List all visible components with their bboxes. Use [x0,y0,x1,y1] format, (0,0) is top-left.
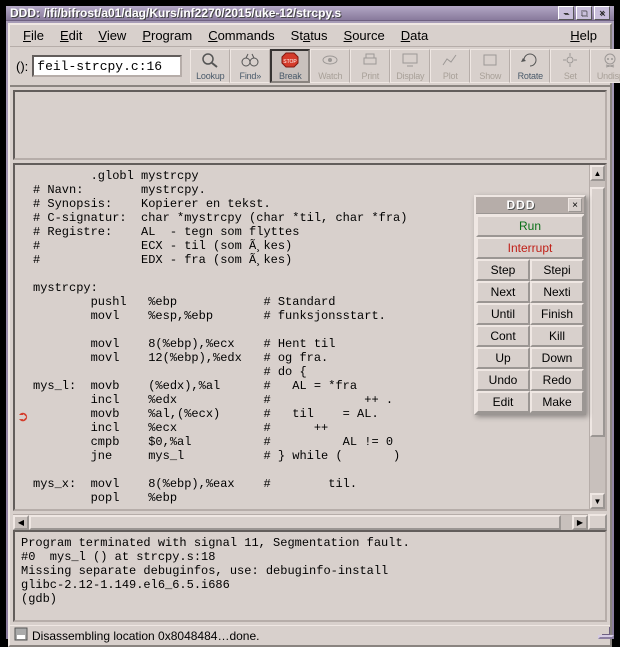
printer-icon [361,52,379,70]
menubar: File Edit View Program Commands Status S… [10,25,610,47]
show-icon [481,52,499,70]
stop-icon: STOP [281,52,299,70]
statusbar: Disassembling location 0x8048484…done. [10,625,610,645]
display-button[interactable]: Display [390,49,430,83]
skull-icon [601,52,619,70]
menu-file[interactable]: File [16,26,51,45]
menu-source[interactable]: Source [337,26,392,45]
interrupt-button[interactable]: Interrupt [476,237,584,259]
window-title: DDD: /ifi/bifrost/a01/dag/Kurs/inf2270/2… [10,6,556,20]
cont-button[interactable]: Cont [476,325,530,347]
nexti-button[interactable]: Nexti [530,281,584,303]
next-button[interactable]: Next [476,281,530,303]
find-forward-button[interactable]: Find» [230,49,270,83]
source-gutter: ➲ [15,165,33,509]
chart-icon [441,52,459,70]
menu-status[interactable]: Status [284,26,335,45]
watch-button[interactable]: Watch [310,49,350,83]
make-button[interactable]: Make [530,391,584,413]
print-button[interactable]: Print [350,49,390,83]
menu-commands[interactable]: Commands [201,26,281,45]
finish-button[interactable]: Finish [530,303,584,325]
rotate-icon [521,52,539,70]
app-window: DDD: /ifi/bifrost/a01/dag/Kurs/inf2270/2… [5,5,615,640]
edit-button[interactable]: Edit [476,391,530,413]
eye-icon [321,52,339,70]
menu-view[interactable]: View [91,26,133,45]
close-button[interactable]: × [594,6,610,20]
magnifier-icon [201,52,219,70]
toolbar: (): Lookup Find» STOP [10,47,610,87]
scroll-down-icon[interactable]: ▼ [590,493,605,509]
plot-button[interactable]: Plot [430,49,470,83]
monitor-icon [401,52,419,70]
run-button[interactable]: Run [476,215,584,237]
toolbar-buttons: Lookup Find» STOP Break Watch [190,49,620,83]
menu-edit[interactable]: Edit [53,26,89,45]
scroll-up-icon[interactable]: ▲ [590,165,605,181]
set-button[interactable]: Set [550,49,590,83]
lookup-button[interactable]: Lookup [190,49,230,83]
binoculars-icon [241,52,259,70]
command-tool-close[interactable]: × [568,198,582,212]
minimize-button[interactable]: – [558,6,574,20]
up-button[interactable]: Up [476,347,530,369]
rotate-button[interactable]: Rotate [510,49,550,83]
titlebar[interactable]: DDD: /ifi/bifrost/a01/dag/Kurs/inf2270/2… [6,6,614,21]
toolbar-prefix: (): [16,59,32,74]
gear-icon [561,52,579,70]
source-hscrollbar[interactable]: ◀ ▶ [13,514,588,530]
stepi-button[interactable]: Stepi [530,259,584,281]
status-text: Disassembling location 0x8048484…done. [32,629,259,643]
command-tool-titlebar[interactable]: DDD × [476,197,584,215]
until-button[interactable]: Until [476,303,530,325]
command-tool[interactable]: DDD × Run Interrupt Step Stepi Next Next… [474,195,586,415]
resize-grip[interactable] [598,635,614,639]
break-button[interactable]: STOP Break [270,49,310,83]
show-button[interactable]: Show [470,49,510,83]
scroll-left-icon[interactable]: ◀ [13,515,29,530]
source-vscrollbar[interactable]: ▲ ▼ [589,165,605,509]
step-button[interactable]: Step [476,259,530,281]
disk-icon [14,627,28,644]
maximize-button[interactable]: □ [576,6,592,20]
down-button[interactable]: Down [530,347,584,369]
undisp-button[interactable]: Undisp [590,49,620,83]
hscroll-thumb[interactable] [29,515,561,530]
menu-program[interactable]: Program [135,26,199,45]
current-line-icon: ➲ [17,410,29,422]
kill-button[interactable]: Kill [530,325,584,347]
debugger-console[interactable]: Program terminated with signal 11, Segme… [13,530,607,622]
menu-data[interactable]: Data [394,26,435,45]
menu-help[interactable]: Help [563,26,604,45]
undo-button[interactable]: Undo [476,369,530,391]
redo-button[interactable]: Redo [530,369,584,391]
client-area: File Edit View Program Commands Status S… [8,23,612,647]
location-input[interactable] [32,55,182,77]
scroll-thumb[interactable] [590,187,605,437]
scroll-right-icon[interactable]: ▶ [572,515,588,530]
data-panel[interactable] [13,90,607,160]
svg-text:STOP: STOP [284,59,298,65]
